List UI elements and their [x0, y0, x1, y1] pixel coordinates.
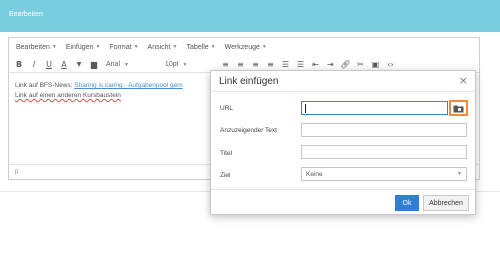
chevron-down-icon: ▼	[261, 44, 267, 50]
browse-button[interactable]	[449, 100, 468, 116]
chevron-down-icon: ▼	[172, 44, 178, 50]
font-family-value: Arial	[106, 60, 121, 68]
dialog-header-divider	[211, 91, 475, 92]
image-icon[interactable]: ▣	[369, 58, 381, 70]
italic-button[interactable]: I	[28, 58, 40, 70]
editor-menubar: Bearbeiten ▼ Einfügen ▼ Format ▼ Ansicht ▼ T…	[9, 38, 479, 56]
chevron-down-icon: ▼	[133, 44, 139, 50]
code-icon[interactable]: ‹›	[384, 58, 396, 70]
chevron-down-icon: ▼	[123, 61, 129, 68]
close-icon[interactable]: ×	[459, 74, 468, 87]
target-label: Ziel	[220, 172, 231, 179]
target-value: Keine	[306, 171, 323, 178]
font-size-value: 10pt	[164, 60, 179, 68]
editor-content[interactable]: Link auf BFS-News: Sharing is caring - A…	[15, 82, 183, 102]
font-size-select[interactable]: 10pt ▼	[165, 61, 188, 68]
menu-label: Tabelle	[186, 43, 209, 51]
unlink-icon[interactable]: ✂	[354, 58, 366, 70]
menu-label: Bearbeiten	[16, 43, 50, 51]
url-input[interactable]	[301, 101, 448, 115]
indent-icon[interactable]: ⇥	[324, 58, 336, 70]
browse-folder-icon	[453, 105, 464, 112]
line-prefix: Link auf BFS-News:	[15, 82, 75, 89]
bold-button[interactable]: B	[13, 58, 25, 70]
link-dialog: Link einfügen × URL Anzuzeigender Text T…	[210, 70, 476, 215]
outdent-icon[interactable]: ⇤	[309, 58, 321, 70]
dialog-footer-divider	[211, 189, 475, 190]
page-title: Bearbeiten	[9, 11, 43, 18]
display-text-label: Anzuzeigender Text	[220, 127, 277, 134]
title-label: Titel	[220, 150, 233, 157]
menu-label: Einfügen	[65, 43, 94, 51]
dialog-title: Link einfügen	[219, 76, 279, 87]
menu-bearbeiten[interactable]: Bearbeiten ▼	[16, 44, 57, 51]
align-center-icon[interactable]: ≡	[234, 58, 246, 70]
align-justify-icon[interactable]: ≡	[264, 58, 276, 70]
underline-button[interactable]: U	[43, 58, 55, 70]
bullet-list-icon[interactable]: ☰	[279, 58, 291, 70]
text-cursor	[305, 104, 306, 113]
content-line-1: Link auf BFS-News: Sharing is caring - A…	[15, 82, 183, 92]
content-link[interactable]: Sharing is caring - Aufgabenpool gem	[74, 82, 182, 89]
chevron-down-icon: ▼	[95, 44, 101, 50]
text-color-button[interactable]: A	[58, 58, 70, 70]
align-right-icon[interactable]: ≡	[249, 58, 261, 70]
element-path[interactable]: p	[15, 169, 18, 175]
title-input[interactable]	[301, 145, 467, 159]
chevron-down-icon: ▼	[51, 44, 57, 50]
chevron-down-icon: ▼	[182, 61, 188, 68]
chevron-down-icon: ▼	[210, 44, 216, 50]
cancel-button[interactable]: Abbrechen	[423, 195, 469, 211]
menu-tabelle[interactable]: Tabelle ▼	[186, 44, 215, 51]
menu-format[interactable]: Format ▼	[109, 44, 138, 51]
chevron-down-icon[interactable]: ▼	[73, 58, 85, 70]
menu-ansicht[interactable]: Ansicht ▼	[148, 44, 178, 51]
align-left-icon[interactable]: ≡	[219, 58, 231, 70]
url-label: URL	[220, 105, 234, 112]
menu-label: Ansicht	[147, 43, 171, 51]
numbered-list-icon[interactable]: ☰	[294, 58, 306, 70]
menu-label: Werkzeuge	[224, 43, 260, 51]
display-text-input[interactable]	[301, 123, 467, 137]
background-color-icon[interactable]: ▆	[88, 58, 100, 70]
ok-button[interactable]: Ok	[395, 195, 419, 211]
chevron-down-icon: ▼	[457, 171, 462, 177]
top-bar: Bearbeiten	[0, 0, 500, 32]
link-icon[interactable]: 🔗︎	[339, 58, 351, 70]
content-line-2: Link auf einen anderen Kursbaustein	[15, 92, 121, 99]
menu-werkzeuge[interactable]: Werkzeuge ▼	[225, 44, 267, 51]
menu-einfuegen[interactable]: Einfügen ▼	[66, 44, 101, 51]
target-select[interactable]: Keine ▼	[301, 167, 467, 181]
font-family-select[interactable]: Arial ▼	[106, 61, 129, 68]
menu-label: Format	[109, 43, 132, 51]
